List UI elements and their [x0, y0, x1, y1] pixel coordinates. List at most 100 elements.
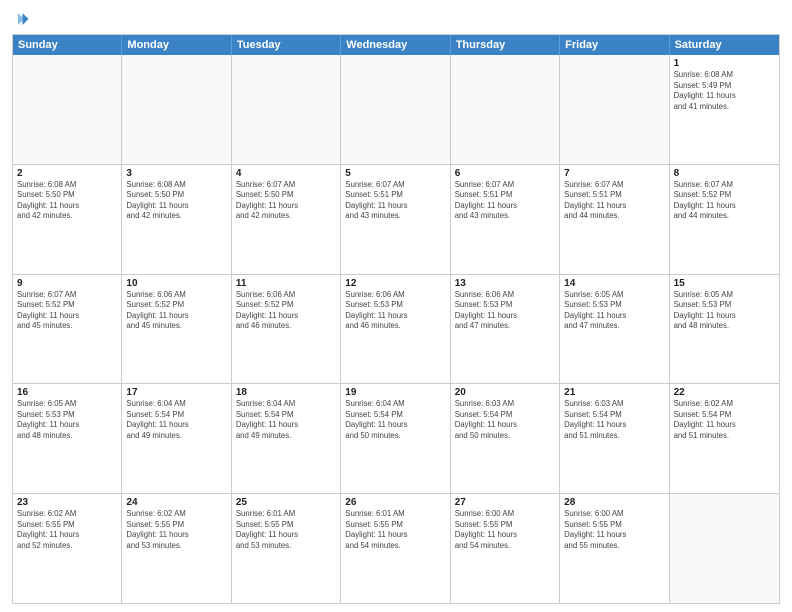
day-info: Sunrise: 6:05 AM Sunset: 5:53 PM Dayligh…	[17, 399, 117, 441]
day-info: Sunrise: 6:01 AM Sunset: 5:55 PM Dayligh…	[345, 509, 445, 551]
day-cell-27: 27Sunrise: 6:00 AM Sunset: 5:55 PM Dayli…	[451, 494, 560, 603]
day-number: 22	[674, 387, 775, 398]
day-cell-23: 23Sunrise: 6:02 AM Sunset: 5:55 PM Dayli…	[13, 494, 122, 603]
day-number: 2	[17, 168, 117, 179]
day-info: Sunrise: 6:01 AM Sunset: 5:55 PM Dayligh…	[236, 509, 336, 551]
day-cell-9: 9Sunrise: 6:07 AM Sunset: 5:52 PM Daylig…	[13, 275, 122, 384]
day-number: 11	[236, 278, 336, 289]
day-cell-20: 20Sunrise: 6:03 AM Sunset: 5:54 PM Dayli…	[451, 384, 560, 493]
day-cell-empty	[122, 55, 231, 164]
day-info: Sunrise: 6:04 AM Sunset: 5:54 PM Dayligh…	[345, 399, 445, 441]
day-cell-14: 14Sunrise: 6:05 AM Sunset: 5:53 PM Dayli…	[560, 275, 669, 384]
day-cell-11: 11Sunrise: 6:06 AM Sunset: 5:52 PM Dayli…	[232, 275, 341, 384]
day-header-sunday: Sunday	[13, 35, 122, 55]
day-cell-10: 10Sunrise: 6:06 AM Sunset: 5:52 PM Dayli…	[122, 275, 231, 384]
day-number: 18	[236, 387, 336, 398]
day-info: Sunrise: 6:05 AM Sunset: 5:53 PM Dayligh…	[674, 290, 775, 332]
day-cell-empty	[341, 55, 450, 164]
week-row-1: 1Sunrise: 6:08 AM Sunset: 5:49 PM Daylig…	[13, 55, 779, 165]
day-number: 20	[455, 387, 555, 398]
day-number: 14	[564, 278, 664, 289]
day-info: Sunrise: 6:02 AM Sunset: 5:55 PM Dayligh…	[126, 509, 226, 551]
day-info: Sunrise: 6:07 AM Sunset: 5:50 PM Dayligh…	[236, 180, 336, 222]
day-number: 6	[455, 168, 555, 179]
day-number: 23	[17, 497, 117, 508]
calendar-body: 1Sunrise: 6:08 AM Sunset: 5:49 PM Daylig…	[13, 55, 779, 603]
day-info: Sunrise: 6:08 AM Sunset: 5:50 PM Dayligh…	[17, 180, 117, 222]
day-number: 25	[236, 497, 336, 508]
day-info: Sunrise: 6:00 AM Sunset: 5:55 PM Dayligh…	[455, 509, 555, 551]
day-info: Sunrise: 6:07 AM Sunset: 5:52 PM Dayligh…	[17, 290, 117, 332]
page: SundayMondayTuesdayWednesdayThursdayFrid…	[0, 0, 792, 612]
day-number: 16	[17, 387, 117, 398]
day-cell-1: 1Sunrise: 6:08 AM Sunset: 5:49 PM Daylig…	[670, 55, 779, 164]
logo-icon	[12, 10, 30, 28]
day-number: 4	[236, 168, 336, 179]
day-info: Sunrise: 6:04 AM Sunset: 5:54 PM Dayligh…	[236, 399, 336, 441]
day-info: Sunrise: 6:07 AM Sunset: 5:51 PM Dayligh…	[455, 180, 555, 222]
day-cell-12: 12Sunrise: 6:06 AM Sunset: 5:53 PM Dayli…	[341, 275, 450, 384]
day-cell-empty	[13, 55, 122, 164]
header	[12, 10, 780, 28]
day-number: 28	[564, 497, 664, 508]
day-info: Sunrise: 6:07 AM Sunset: 5:51 PM Dayligh…	[345, 180, 445, 222]
day-info: Sunrise: 6:03 AM Sunset: 5:54 PM Dayligh…	[564, 399, 664, 441]
day-cell-5: 5Sunrise: 6:07 AM Sunset: 5:51 PM Daylig…	[341, 165, 450, 274]
day-header-saturday: Saturday	[670, 35, 779, 55]
day-number: 12	[345, 278, 445, 289]
week-row-3: 9Sunrise: 6:07 AM Sunset: 5:52 PM Daylig…	[13, 275, 779, 385]
day-info: Sunrise: 6:00 AM Sunset: 5:55 PM Dayligh…	[564, 509, 664, 551]
day-cell-25: 25Sunrise: 6:01 AM Sunset: 5:55 PM Dayli…	[232, 494, 341, 603]
day-info: Sunrise: 6:02 AM Sunset: 5:54 PM Dayligh…	[674, 399, 775, 441]
day-info: Sunrise: 6:08 AM Sunset: 5:49 PM Dayligh…	[674, 70, 775, 112]
logo	[12, 10, 32, 28]
day-info: Sunrise: 6:08 AM Sunset: 5:50 PM Dayligh…	[126, 180, 226, 222]
day-cell-8: 8Sunrise: 6:07 AM Sunset: 5:52 PM Daylig…	[670, 165, 779, 274]
day-cell-17: 17Sunrise: 6:04 AM Sunset: 5:54 PM Dayli…	[122, 384, 231, 493]
day-cell-7: 7Sunrise: 6:07 AM Sunset: 5:51 PM Daylig…	[560, 165, 669, 274]
day-number: 5	[345, 168, 445, 179]
day-cell-19: 19Sunrise: 6:04 AM Sunset: 5:54 PM Dayli…	[341, 384, 450, 493]
day-cell-empty	[670, 494, 779, 603]
week-row-2: 2Sunrise: 6:08 AM Sunset: 5:50 PM Daylig…	[13, 165, 779, 275]
day-cell-empty	[451, 55, 560, 164]
day-number: 9	[17, 278, 117, 289]
day-number: 13	[455, 278, 555, 289]
day-headers: SundayMondayTuesdayWednesdayThursdayFrid…	[13, 35, 779, 55]
day-header-thursday: Thursday	[451, 35, 560, 55]
day-header-friday: Friday	[560, 35, 669, 55]
day-info: Sunrise: 6:03 AM Sunset: 5:54 PM Dayligh…	[455, 399, 555, 441]
day-cell-3: 3Sunrise: 6:08 AM Sunset: 5:50 PM Daylig…	[122, 165, 231, 274]
day-info: Sunrise: 6:07 AM Sunset: 5:52 PM Dayligh…	[674, 180, 775, 222]
day-cell-26: 26Sunrise: 6:01 AM Sunset: 5:55 PM Dayli…	[341, 494, 450, 603]
calendar: SundayMondayTuesdayWednesdayThursdayFrid…	[12, 34, 780, 604]
day-info: Sunrise: 6:06 AM Sunset: 5:53 PM Dayligh…	[455, 290, 555, 332]
day-cell-18: 18Sunrise: 6:04 AM Sunset: 5:54 PM Dayli…	[232, 384, 341, 493]
day-info: Sunrise: 6:06 AM Sunset: 5:52 PM Dayligh…	[126, 290, 226, 332]
day-header-tuesday: Tuesday	[232, 35, 341, 55]
day-info: Sunrise: 6:04 AM Sunset: 5:54 PM Dayligh…	[126, 399, 226, 441]
day-cell-24: 24Sunrise: 6:02 AM Sunset: 5:55 PM Dayli…	[122, 494, 231, 603]
day-cell-empty	[560, 55, 669, 164]
day-number: 1	[674, 58, 775, 69]
day-cell-empty	[232, 55, 341, 164]
day-number: 21	[564, 387, 664, 398]
day-cell-22: 22Sunrise: 6:02 AM Sunset: 5:54 PM Dayli…	[670, 384, 779, 493]
day-number: 3	[126, 168, 226, 179]
day-number: 24	[126, 497, 226, 508]
day-number: 19	[345, 387, 445, 398]
day-cell-2: 2Sunrise: 6:08 AM Sunset: 5:50 PM Daylig…	[13, 165, 122, 274]
day-info: Sunrise: 6:02 AM Sunset: 5:55 PM Dayligh…	[17, 509, 117, 551]
day-number: 27	[455, 497, 555, 508]
day-cell-15: 15Sunrise: 6:05 AM Sunset: 5:53 PM Dayli…	[670, 275, 779, 384]
day-info: Sunrise: 6:06 AM Sunset: 5:52 PM Dayligh…	[236, 290, 336, 332]
day-cell-16: 16Sunrise: 6:05 AM Sunset: 5:53 PM Dayli…	[13, 384, 122, 493]
day-cell-6: 6Sunrise: 6:07 AM Sunset: 5:51 PM Daylig…	[451, 165, 560, 274]
day-number: 7	[564, 168, 664, 179]
day-header-monday: Monday	[122, 35, 231, 55]
day-number: 15	[674, 278, 775, 289]
day-info: Sunrise: 6:06 AM Sunset: 5:53 PM Dayligh…	[345, 290, 445, 332]
day-header-wednesday: Wednesday	[341, 35, 450, 55]
day-number: 17	[126, 387, 226, 398]
day-number: 26	[345, 497, 445, 508]
